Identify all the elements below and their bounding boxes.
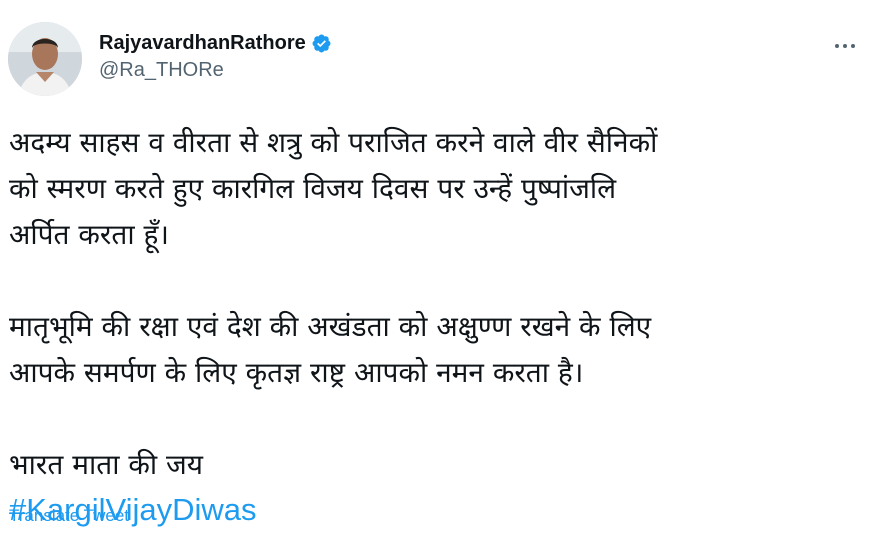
tweet-card: RajyavardhanRathore @Ra_THORe अदम्य साहस… [0, 0, 875, 542]
more-options-button[interactable] [831, 32, 859, 60]
author-names: RajyavardhanRathore @Ra_THORe [99, 30, 332, 82]
verified-badge-icon [311, 33, 332, 54]
profile-photo-icon [8, 22, 82, 96]
tweet-line: आपके समर्पण के लिए कृतज्ञ राष्ट्र आपको न… [9, 356, 584, 389]
more-horizontal-icon [835, 44, 839, 48]
tweet-line: मातृभूमि की रक्षा एवं देश की अखंडता को अ… [9, 310, 652, 343]
translate-tweet-link[interactable]: Translate Tweet [9, 506, 129, 526]
author-display-name[interactable]: RajyavardhanRathore [99, 32, 306, 55]
author-handle[interactable]: @Ra_THORe [99, 59, 332, 82]
more-horizontal-icon [851, 44, 855, 48]
avatar[interactable] [8, 22, 82, 96]
tweet-line: भारत माता की जय [9, 448, 204, 481]
tweet-line: को स्मरण करते हुए कारगिल विजय दिवस पर उन… [9, 172, 617, 205]
more-horizontal-icon [843, 44, 847, 48]
name-row: RajyavardhanRathore [99, 30, 332, 56]
tweet-header: RajyavardhanRathore @Ra_THORe [8, 22, 867, 102]
tweet-line: अर्पित करता हूँ। [9, 218, 169, 251]
tweet-line: अदम्य साहस व वीरता से शत्रु को पराजित कर… [9, 126, 658, 159]
tweet-text: अदम्य साहस व वीरता से शत्रु को पराजित कर… [9, 120, 869, 534]
